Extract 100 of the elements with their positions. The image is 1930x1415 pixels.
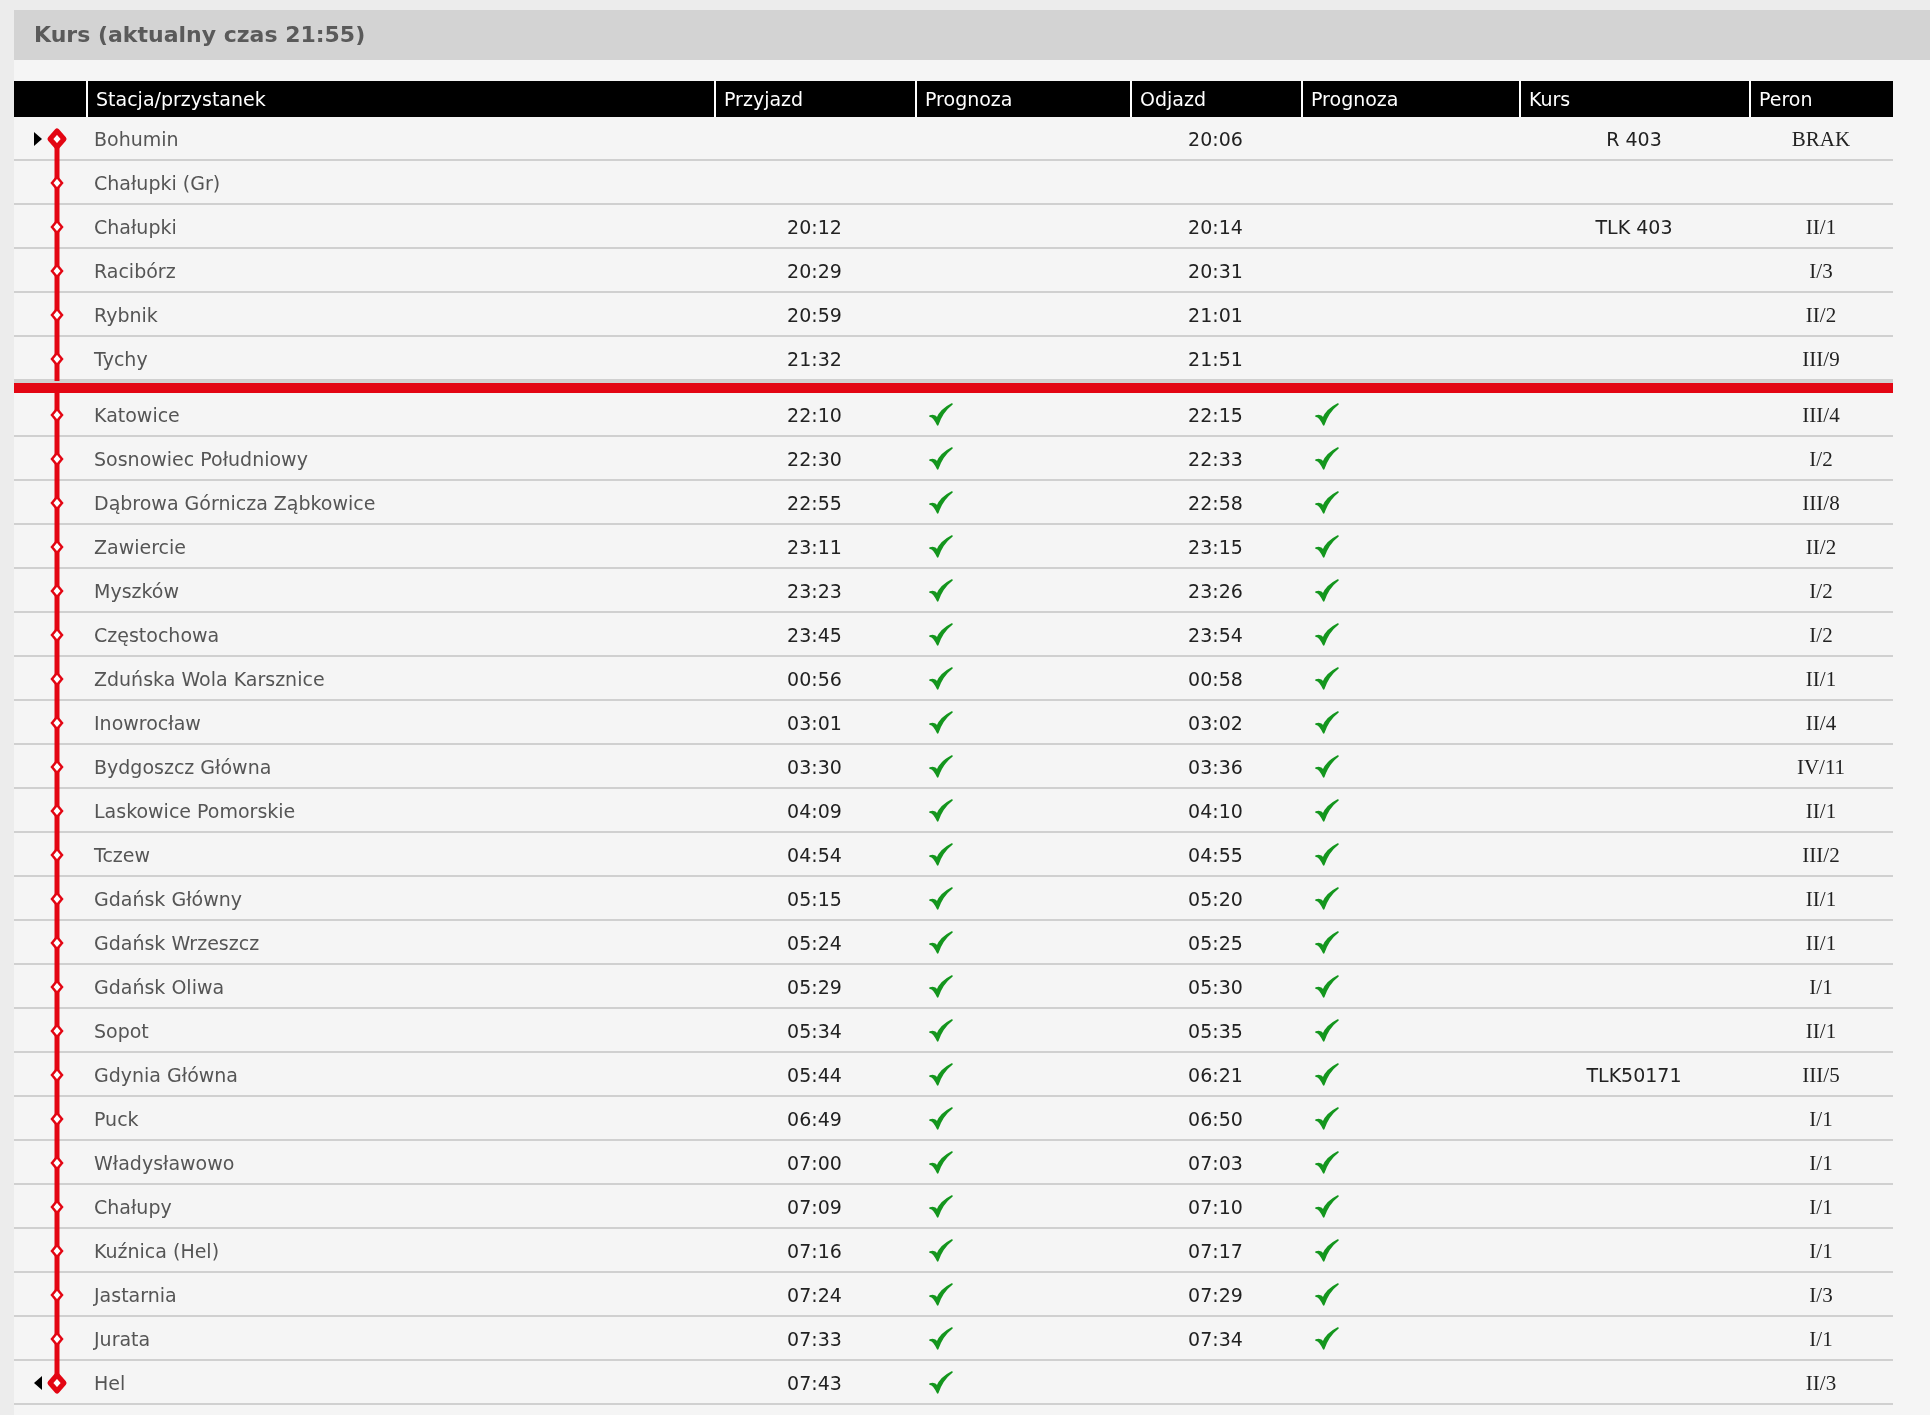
arrival-time: 05:34 xyxy=(786,1020,843,1042)
station-name: Dąbrowa Górnicza Ząbkowice xyxy=(93,492,377,514)
platform-number: IV/11 xyxy=(1795,754,1847,780)
platform-number: III/8 xyxy=(1801,490,1841,516)
train-number: TLK50171 xyxy=(1585,1064,1683,1086)
departure-time: 20:06 xyxy=(1187,128,1244,150)
right-triangle-icon[interactable] xyxy=(34,132,42,146)
station-name: Sosnowiec Południowy xyxy=(93,448,309,470)
platform-number: I/1 xyxy=(1808,974,1834,1000)
platform-number: III/4 xyxy=(1801,402,1841,428)
departure-time: 22:58 xyxy=(1187,492,1244,514)
arrival-time: 20:12 xyxy=(786,216,843,238)
station-name: Racibórz xyxy=(93,260,177,282)
departure-time: 07:10 xyxy=(1187,1196,1244,1218)
platform-number: I/2 xyxy=(1808,446,1834,472)
left-triangle-icon[interactable] xyxy=(34,1376,42,1390)
panel-title: Kurs (aktualny czas 21:55) xyxy=(14,10,1930,60)
column-header: Prognoza xyxy=(915,81,1130,117)
departure-time: 00:58 xyxy=(1187,668,1244,690)
arrival-time: 05:44 xyxy=(786,1064,843,1086)
train-number: R 403 xyxy=(1605,128,1663,150)
platform-number: II/2 xyxy=(1804,302,1838,328)
departure-time: 20:31 xyxy=(1187,260,1244,282)
platform-number: I/3 xyxy=(1808,258,1834,284)
departure-time: 07:29 xyxy=(1187,1284,1244,1306)
departure-time: 23:54 xyxy=(1187,624,1244,646)
platform-number: III/9 xyxy=(1801,346,1841,372)
platform-number: III/2 xyxy=(1801,842,1841,868)
arrival-time: 06:49 xyxy=(786,1108,843,1130)
station-name: Chałupki (Gr) xyxy=(93,172,222,194)
platform-number: II/1 xyxy=(1804,1018,1838,1044)
column-header: Odjazd xyxy=(1130,81,1301,117)
arrival-time: 05:24 xyxy=(786,932,843,954)
arrival-time: 04:09 xyxy=(786,800,843,822)
departure-time: 07:17 xyxy=(1187,1240,1244,1262)
departure-time: 05:30 xyxy=(1187,976,1244,998)
departure-time: 03:02 xyxy=(1187,712,1244,734)
arrival-time: 03:01 xyxy=(786,712,843,734)
departure-time: 21:01 xyxy=(1187,304,1244,326)
arrival-time: 07:00 xyxy=(786,1152,843,1174)
platform-number: I/1 xyxy=(1808,1150,1834,1176)
platform-number: I/1 xyxy=(1808,1106,1834,1132)
departure-time: 03:36 xyxy=(1187,756,1244,778)
arrival-time: 00:56 xyxy=(786,668,843,690)
station-name: Zawiercie xyxy=(93,536,187,558)
column-header: Kurs xyxy=(1519,81,1749,117)
station-name: Hel xyxy=(93,1372,127,1394)
platform-number: III/5 xyxy=(1801,1062,1841,1088)
departure-time: 23:15 xyxy=(1187,536,1244,558)
column-header: Prognoza xyxy=(1301,81,1519,117)
arrival-time: 07:43 xyxy=(786,1372,843,1394)
station-name: Chałupki xyxy=(93,216,178,238)
station-name: Gdynia Główna xyxy=(93,1064,239,1086)
station-name: Gdańsk Oliwa xyxy=(93,976,226,998)
station-name: Sopot xyxy=(93,1020,150,1042)
arrival-time: 07:33 xyxy=(786,1328,843,1350)
departure-time: 05:25 xyxy=(1187,932,1244,954)
platform-number: I/1 xyxy=(1808,1326,1834,1352)
column-header: Przyjazd xyxy=(714,81,915,117)
arrival-time: 23:45 xyxy=(786,624,843,646)
platform-number: II/1 xyxy=(1804,214,1838,240)
platform-number: II/4 xyxy=(1804,710,1838,736)
station-name: Inowrocław xyxy=(93,712,202,734)
departure-time: 22:15 xyxy=(1187,404,1244,426)
arrival-time: 03:30 xyxy=(786,756,843,778)
station-name: Jurata xyxy=(92,1328,152,1350)
departure-time: 06:21 xyxy=(1187,1064,1244,1086)
train-number: TLK 403 xyxy=(1594,216,1674,238)
platform-number: II/1 xyxy=(1804,930,1838,956)
column-header: Stacja/przystanek xyxy=(86,81,714,117)
arrival-time: 05:15 xyxy=(786,888,843,910)
arrival-time: 22:30 xyxy=(786,448,843,470)
arrival-time: 07:16 xyxy=(786,1240,843,1262)
platform-number: I/2 xyxy=(1808,578,1834,604)
platform-number: I/1 xyxy=(1808,1194,1834,1220)
station-name: Myszków xyxy=(93,580,180,602)
platform-number: BRAK xyxy=(1790,126,1852,152)
departure-time: 04:55 xyxy=(1187,844,1244,866)
station-name: Bohumin xyxy=(93,128,180,150)
station-name: Zduńska Wola Karsznice xyxy=(93,668,326,690)
platform-number: I/1 xyxy=(1808,1238,1834,1264)
station-name: Laskowice Pomorskie xyxy=(93,800,297,822)
station-name: Częstochowa xyxy=(93,624,221,646)
station-name: Kuźnica (Hel) xyxy=(93,1240,221,1262)
arrival-time: 21:32 xyxy=(786,348,843,370)
departure-time: 04:10 xyxy=(1187,800,1244,822)
arrival-time: 22:55 xyxy=(786,492,843,514)
arrival-time: 07:24 xyxy=(786,1284,843,1306)
platform-number: II/1 xyxy=(1804,666,1838,692)
arrival-time: 22:10 xyxy=(786,404,843,426)
station-name: Chałupy xyxy=(93,1196,173,1218)
arrival-time: 20:59 xyxy=(786,304,843,326)
station-name: Tychy xyxy=(93,348,149,370)
departure-time: 05:20 xyxy=(1187,888,1244,910)
station-name: Tczew xyxy=(93,844,152,866)
departure-time: 07:03 xyxy=(1187,1152,1244,1174)
platform-number: II/1 xyxy=(1804,886,1838,912)
departure-time: 07:34 xyxy=(1187,1328,1244,1350)
arrival-time: 04:54 xyxy=(786,844,843,866)
departure-time: 21:51 xyxy=(1187,348,1244,370)
